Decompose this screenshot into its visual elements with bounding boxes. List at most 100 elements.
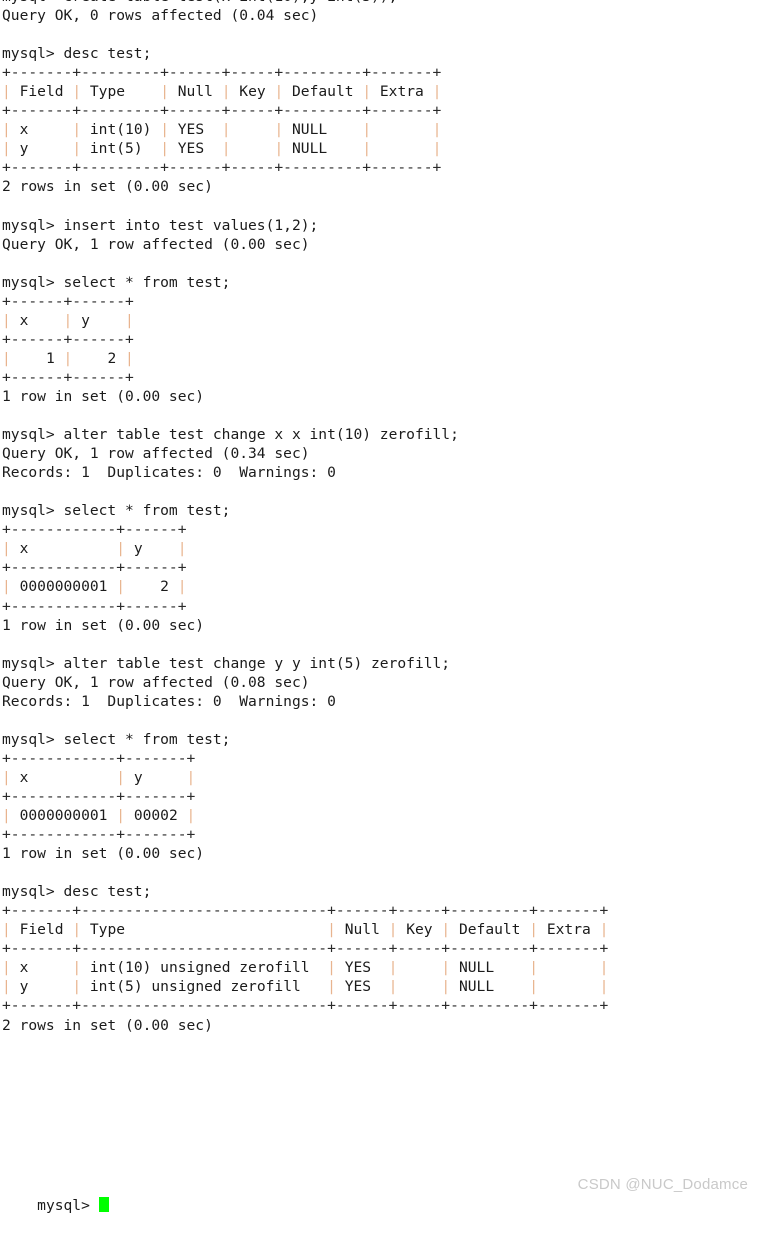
terminal-line-rule: +-------+----------------------------+--… <box>2 940 609 958</box>
table-border-char: | <box>116 578 126 596</box>
terminal-line-rule: +------------+-------+ <box>2 787 196 805</box>
terminal-window[interactable]: mysql> create table test(x int(10),y int… <box>0 0 761 1214</box>
terminal-line-result: 1 row in set (0.00 sec) <box>2 845 205 863</box>
terminal-line-result: 1 row in set (0.00 sec) <box>2 616 205 634</box>
table-border-char: | <box>2 83 11 101</box>
table-border-char: | <box>441 978 451 996</box>
terminal-line-command: mysql> desc test; <box>2 45 152 63</box>
csdn-watermark: CSDN @NUC_Dodamce <box>577 1176 748 1193</box>
table-border-char: | <box>72 959 82 977</box>
terminal-line-result: Query OK, 1 row affected (0.00 sec) <box>2 235 310 253</box>
table-border-char: | <box>160 121 169 139</box>
table-border-char: | <box>2 768 11 786</box>
table-border-char: | <box>441 921 451 939</box>
table-border-char: | <box>72 83 82 101</box>
terminal-line-rule: +------------+-------+ <box>2 749 196 767</box>
terminal-line-command: mysql> select * from test; <box>2 730 231 748</box>
terminal-line-result: 2 rows in set (0.00 sec) <box>2 1016 213 1034</box>
table-border-char: | <box>388 921 398 939</box>
terminal-line-tablerow: | x | int(10) unsigned zerofill | YES | … <box>2 959 609 977</box>
table-border-char: | <box>116 540 126 558</box>
table-border-char: | <box>432 83 442 101</box>
terminal-line-tablerow: | 1 | 2 | <box>2 349 134 367</box>
terminal-line-tablerow: | Field | Type | Null | Key | Default | … <box>2 83 442 101</box>
terminal-line-command: mysql> insert into test values(1,2); <box>2 216 319 234</box>
terminal-line-result: Records: 1 Duplicates: 0 Warnings: 0 <box>2 692 336 710</box>
terminal-line-rule: +------+------+ <box>2 368 134 386</box>
table-border-char: | <box>116 768 126 786</box>
terminal-line-rule: +------------+-------+ <box>2 826 196 844</box>
table-border-char: | <box>186 807 196 825</box>
table-border-char: | <box>125 311 134 329</box>
terminal-line-rule: +-------+----------------------------+--… <box>2 997 609 1015</box>
text-cursor[interactable] <box>98 1197 109 1213</box>
terminal-line-result: 1 row in set (0.00 sec) <box>2 387 205 405</box>
table-border-char: | <box>362 83 372 101</box>
terminal-line-command: mysql> alter table test change x x int(1… <box>2 426 459 444</box>
table-border-char: | <box>221 140 231 158</box>
table-border-char: | <box>160 83 169 101</box>
table-border-char: | <box>2 807 11 825</box>
table-border-char: | <box>274 140 284 158</box>
table-border-char: | <box>529 959 539 977</box>
terminal-line-command: mysql> select * from test; <box>2 273 231 291</box>
table-border-char: | <box>388 959 398 977</box>
terminal-line-command: mysql> select * from test; <box>2 502 231 520</box>
table-border-char: | <box>274 121 284 139</box>
table-border-char: | <box>529 978 539 996</box>
terminal-line-tablerow: | x | y | <box>2 311 134 329</box>
table-border-char: | <box>2 121 11 139</box>
terminal-line-tablerow: | 0000000001 | 00002 | <box>2 807 196 825</box>
table-border-char: | <box>72 978 82 996</box>
terminal-line-tablerow: | y | int(5) | YES | | NULL | | <box>2 140 442 158</box>
terminal-line-rule: +------------+------+ <box>2 521 187 539</box>
table-border-char: | <box>160 140 169 158</box>
table-border-char: | <box>327 978 336 996</box>
table-border-char: | <box>432 121 442 139</box>
table-border-char: | <box>432 140 442 158</box>
table-border-char: | <box>2 578 11 596</box>
table-border-char: | <box>177 540 187 558</box>
table-border-char: | <box>2 540 11 558</box>
table-border-char: | <box>72 140 82 158</box>
table-border-char: | <box>362 140 372 158</box>
terminal-line-tablerow: | x | y | <box>2 768 196 786</box>
table-border-char: | <box>599 921 609 939</box>
table-border-char: | <box>186 768 196 786</box>
table-border-char: | <box>2 140 11 158</box>
table-border-char: | <box>2 978 11 996</box>
table-border-char: | <box>63 349 73 367</box>
terminal-line-rule: +-------+---------+------+-----+--------… <box>2 64 442 82</box>
table-border-char: | <box>125 349 134 367</box>
active-prompt-line[interactable]: mysql> <box>2 1177 109 1214</box>
terminal-line-result: Query OK, 1 row affected (0.08 sec) <box>2 673 310 691</box>
table-border-char: | <box>274 83 284 101</box>
terminal-line-rule: +------+------+ <box>2 292 134 310</box>
table-border-char: | <box>72 921 82 939</box>
terminal-output: mysql> create table test(x int(10),y int… <box>2 0 759 1054</box>
table-border-char: | <box>2 349 11 367</box>
table-border-char: | <box>221 83 231 101</box>
terminal-line-rule: +-------+---------+------+-----+--------… <box>2 159 442 177</box>
table-border-char: | <box>2 311 11 329</box>
terminal-line-rule: +------+------+ <box>2 330 134 348</box>
terminal-line-result: Query OK, 1 row affected (0.34 sec) <box>2 445 310 463</box>
terminal-line-result: Query OK, 0 rows affected (0.04 sec) <box>2 7 319 25</box>
terminal-line-tablerow: | 0000000001 | 2 | <box>2 578 187 596</box>
terminal-line-rule: +------------+------+ <box>2 597 187 615</box>
table-border-char: | <box>2 959 11 977</box>
table-border-char: | <box>2 921 11 939</box>
terminal-line-command: mysql> desc test; <box>2 883 152 901</box>
table-border-char: | <box>63 311 73 329</box>
table-border-char: | <box>362 121 372 139</box>
table-border-char: | <box>441 959 451 977</box>
table-border-char: | <box>388 978 398 996</box>
